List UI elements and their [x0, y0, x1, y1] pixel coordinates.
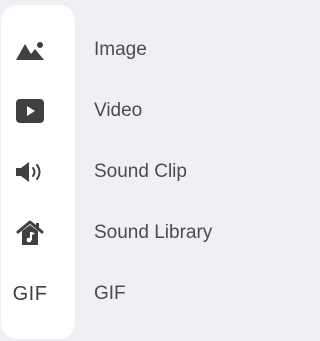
image-icon [15, 36, 45, 64]
speaker-icon [15, 158, 45, 186]
gif-icon: GIF [12, 280, 48, 308]
home-music-icon [15, 219, 45, 247]
menu-item-label: Image [94, 39, 147, 60]
menu-item-sound-library[interactable]: Sound Library [0, 208, 262, 258]
menu-item-sound-clip[interactable]: Sound Clip [0, 147, 262, 197]
menu-item-label: GIF [94, 283, 126, 304]
menu-item-gif[interactable]: GIF GIF [0, 269, 262, 319]
menu-item-video[interactable]: Video [0, 86, 262, 136]
menu-item-label: Sound Library [94, 222, 213, 243]
gif-icon-text: GIF [12, 283, 48, 305]
video-play-icon [15, 97, 45, 125]
menu-item-label: Video [94, 100, 143, 121]
menu-item-image[interactable]: Image [0, 25, 262, 75]
menu-item-label: Sound Clip [94, 161, 187, 182]
